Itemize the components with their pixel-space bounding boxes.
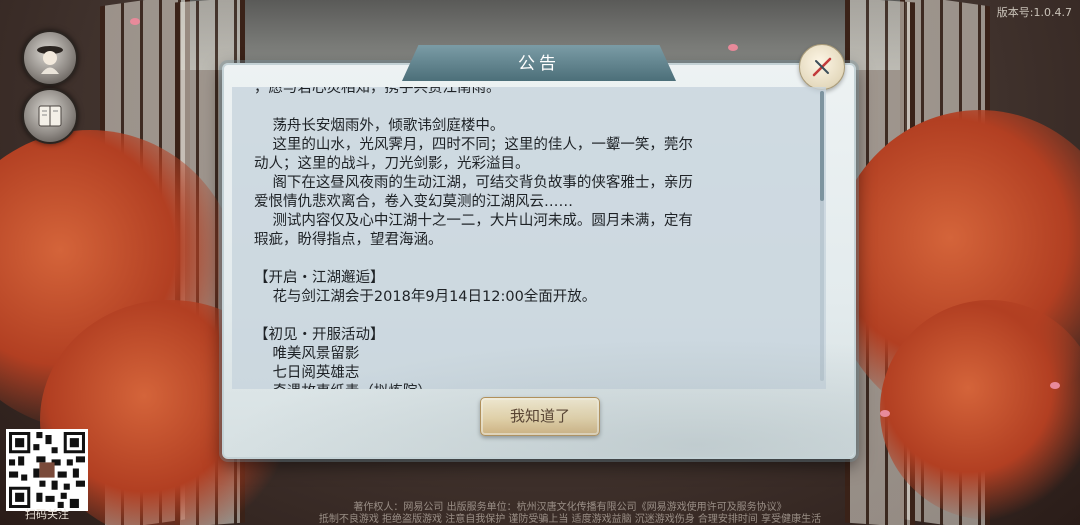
petal [728, 44, 738, 51]
announcement-line [254, 307, 814, 326]
announcement-line: 唯美风景留影 [254, 346, 360, 362]
announcement-line: 奇遇故事纸毒（拟炼院） [254, 383, 814, 389]
qr-code-icon [9, 432, 85, 508]
announcement-line: ，愿与君心灵相知，携手共赏江南雨。 [254, 87, 501, 96]
scrollbar-thumb[interactable] [820, 91, 824, 201]
announcement-line: 瑕疵，盼得指点，望君海涵。 [254, 232, 443, 248]
petal [880, 410, 890, 417]
footer-health-notice: 抵制不良游戏 拒绝盗版游戏 注意自我保护 谨防受骗上当 适度游戏益脑 沉迷游戏伤… [318, 514, 822, 525]
announcement-line: 荡舟长安烟雨外，倾歌讳剑庭楼中。 [254, 118, 505, 134]
acknowledge-button[interactable]: 我知道了 [480, 397, 600, 436]
announcement-line: 阁下在这昼风夜雨的生动江湖，可结交背负故事的侠客雅士，亲历 [254, 175, 693, 191]
announcement-content[interactable]: ，愿与君心灵相知，携手共赏江南雨。 荡舟长安烟雨外，倾歌讳剑庭楼中。 这里的山水… [232, 87, 826, 389]
qr-caption: 扫码关注 [25, 508, 69, 521]
announcement-line: 动人；这里的战斗，刀光剑影，光彩溢目。 [254, 156, 530, 172]
announcement-line: 测试内容仅及心中江湖十之一二，大片山河未成。圆月未满，定有 [254, 213, 693, 229]
announcement-line: 这里的山水，光风霁月，四时不同；这里的佳人，一颦一笑，莞尔 [254, 137, 693, 153]
book-icon [38, 105, 62, 127]
announcement-line: 【开启・江湖邂逅】 [254, 270, 385, 286]
announcement-line [254, 98, 814, 117]
version-label: 版本号:1.0.4.7 [996, 6, 1072, 19]
announcement-line: 爱恨情仇悲欢离合，卷入变幻莫测的江湖风云…… [254, 194, 573, 210]
qr-code [6, 429, 88, 511]
announcement-line: 【初见・开服活动】 [254, 327, 385, 343]
close-button[interactable] [799, 44, 845, 90]
character-icon [37, 46, 63, 74]
petal [1050, 382, 1060, 389]
petal [130, 18, 140, 25]
announcement-dialog: 公告 ，愿与君心灵相知，携手共赏江南雨。 荡舟长安烟雨外，倾歌讳剑庭楼中。 这里… [222, 44, 856, 459]
announcement-line: 七日阅英雄志 [254, 365, 360, 381]
book-button[interactable] [22, 88, 78, 144]
announcement-line: 花与剑江湖会于2018年9月14日12:00全面开放。 [254, 289, 597, 305]
close-icon [812, 57, 832, 77]
announcement-line [254, 250, 814, 269]
character-button[interactable] [22, 30, 78, 86]
dialog-title: 公告 [402, 45, 676, 81]
